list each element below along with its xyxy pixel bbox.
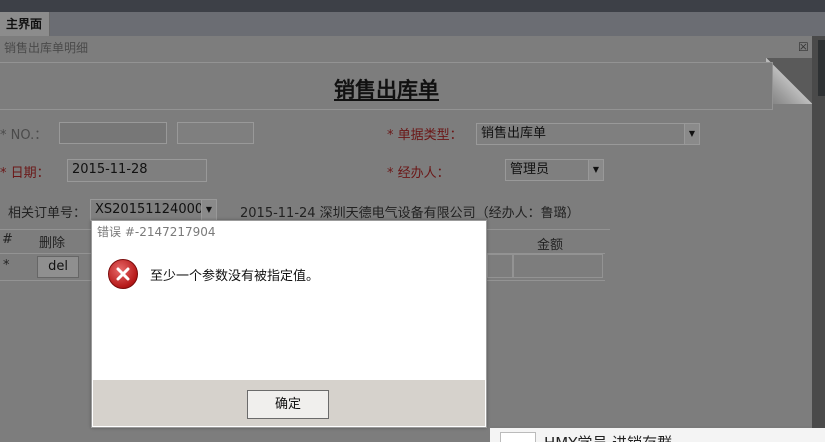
error-x-glyph [116, 267, 130, 281]
close-icon[interactable]: ☒ [798, 40, 809, 54]
order-select[interactable]: XS20151124000 ▼ [90, 199, 217, 221]
doc-type-label: * 单据类型： [387, 128, 463, 143]
notification-icon [500, 432, 536, 442]
grid-col-delete: 删除 [39, 236, 66, 251]
doc-type-value: 销售出库单 [481, 126, 547, 141]
grid-cell[interactable] [487, 254, 513, 278]
doc-type-select[interactable]: 销售出库单 ▼ [476, 123, 700, 145]
no-field[interactable] [59, 122, 167, 144]
grid-col-index: # [2, 232, 13, 247]
grid-col-amount: 金额 [537, 238, 564, 253]
no-label: * NO.： [0, 128, 48, 143]
date-value: 2015-11-28 [72, 162, 148, 177]
form-title: 销售出库单 [334, 78, 439, 102]
right-edge [812, 36, 825, 442]
chevron-down-icon[interactable]: ▼ [684, 124, 699, 144]
ok-button[interactable]: 确定 [247, 390, 329, 419]
dialog-title: 错误 #-2147217904 [97, 225, 216, 239]
tab-strip-empty [50, 12, 825, 36]
row-marker: * [3, 258, 10, 273]
scrollbar-thumb[interactable] [818, 40, 825, 96]
notification-text: HMY学员 进销存群 [544, 432, 672, 442]
order-info: 2015-11-24 深圳天德电气设备有限公司（经办人：鲁璐） [240, 206, 580, 221]
error-message: 至少一个参数没有被指定值。 [150, 269, 320, 284]
dialog-body [93, 240, 485, 380]
bottom-notification[interactable]: HMY学员 进销存群 [490, 428, 825, 442]
panel-title: 销售出库单明细 [4, 41, 89, 55]
no-suffix-field[interactable] [177, 122, 254, 144]
order-value: XS20151124000 [95, 202, 204, 217]
date-field[interactable]: 2015-11-28 [67, 159, 207, 182]
handler-value: 管理员 [510, 162, 550, 177]
delete-row-button[interactable]: del [37, 256, 79, 278]
date-label: * 日期： [0, 166, 50, 181]
tab-main[interactable]: 主界面 [0, 12, 50, 36]
handler-label: * 经办人： [387, 166, 450, 181]
chevron-down-icon[interactable]: ▼ [588, 160, 603, 180]
handler-select[interactable]: 管理员 ▼ [505, 159, 604, 181]
chevron-down-icon[interactable]: ▼ [201, 200, 216, 220]
order-label: 相关订单号： [8, 206, 87, 221]
error-icon [108, 259, 138, 289]
grid-cell-amount[interactable] [513, 254, 603, 278]
